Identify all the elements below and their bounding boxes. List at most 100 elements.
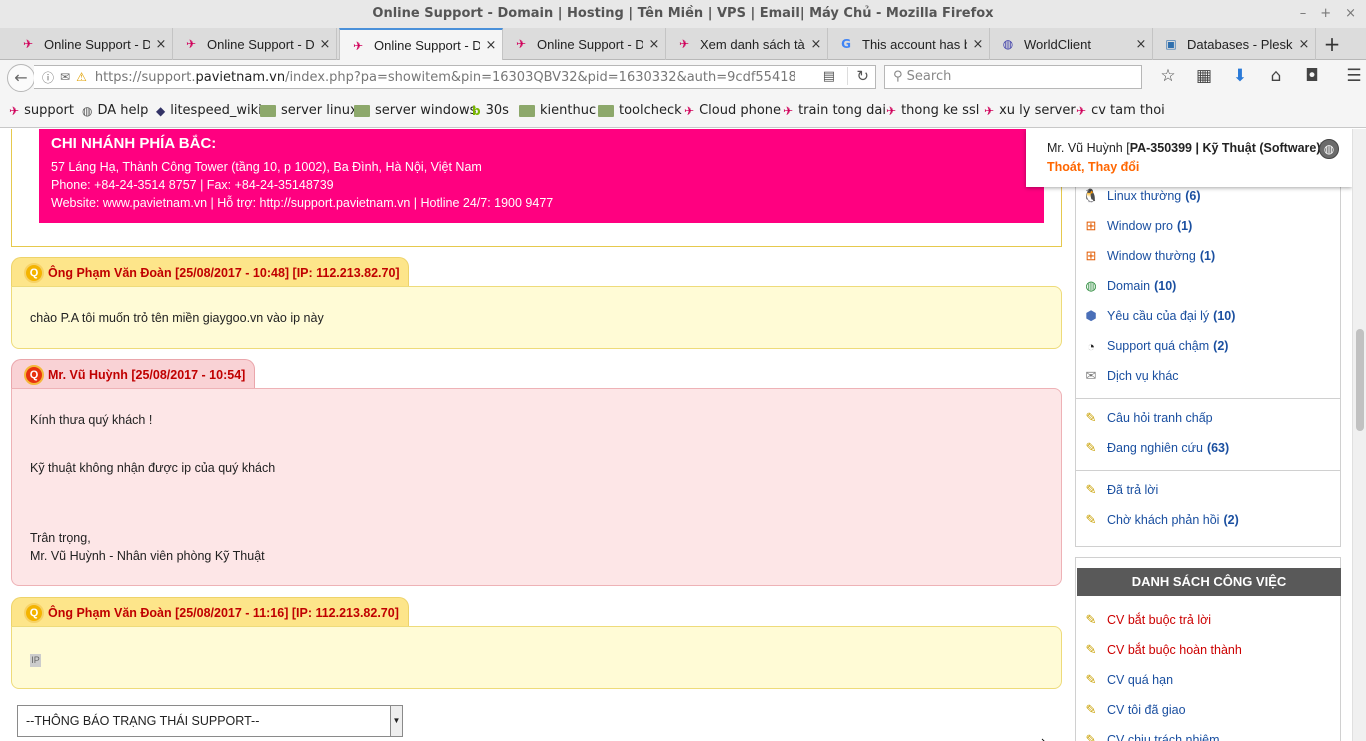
windows-icon: ⊞ — [1085, 248, 1097, 263]
sidebar-item-answered[interactable]: ✎ Đã trả lời — [1082, 481, 1162, 499]
browser-tab[interactable]: ✈ Online Support - Dom × — [503, 28, 666, 60]
bookmark-item[interactable]: ✈ thong ke ssl — [886, 103, 979, 118]
pocket-icon[interactable]: ◘ — [1294, 66, 1330, 86]
sidebar-item-window-pro[interactable]: ⊞ Window pro (1) — [1082, 217, 1193, 235]
folder-icon — [260, 104, 276, 117]
support-status-select[interactable]: --THÔNG BÁO TRẠNG THÁI SUPPORT-- ▼ — [17, 705, 403, 737]
task-item-assigned-by-me[interactable]: ✎ CV tôi đã giao — [1082, 701, 1186, 719]
branch-info-box: CHI NHÁNH PHÍA BẮC: 57 Láng Hạ, Thành Cô… — [11, 129, 1062, 247]
browser-tab[interactable]: ✈ Online Support - Dom × — [173, 28, 337, 60]
browser-tab[interactable]: ✈ Online Support - Dom × — [10, 28, 173, 60]
close-tab-icon[interactable]: × — [480, 38, 502, 53]
warning-icon[interactable]: ⚠ — [76, 70, 87, 84]
close-window-button[interactable]: × — [1345, 0, 1356, 28]
reader-view-icon[interactable]: ▤ — [823, 69, 835, 84]
permissions-icon[interactable]: ✉ — [60, 70, 70, 84]
home-icon[interactable]: ⌂ — [1258, 66, 1294, 86]
bookmark-item[interactable]: ✈ cv tam thoi — [1076, 103, 1165, 118]
mouse-cursor-icon: ↘ — [1040, 735, 1049, 741]
bookmark-item[interactable]: server linux — [260, 103, 358, 118]
info-icon[interactable]: ⓘ — [42, 69, 54, 86]
close-tab-icon[interactable]: × — [314, 37, 336, 52]
bookmark-item[interactable]: ✈ train tong dai — [783, 103, 886, 118]
bookmark-item[interactable]: ✈ support — [9, 103, 74, 118]
sidebar-item-other-services[interactable]: ✉ Dịch vụ khác — [1082, 367, 1183, 385]
message-text: Kính thưa quý khách ! — [30, 413, 153, 427]
customer-question-icon: Q — [24, 262, 44, 283]
search-input[interactable]: ⚲ Search — [884, 65, 1142, 89]
close-tab-icon[interactable]: × — [150, 37, 172, 52]
bookmark-item[interactable]: ◆ litespeed_wiki — [156, 103, 262, 118]
sidebar-item-domain[interactable]: ◍ Domain (10) — [1082, 277, 1176, 295]
pa-icon: ✈ — [886, 103, 897, 118]
back-button[interactable]: ← — [7, 64, 35, 92]
search-icon: ⚲ — [893, 69, 903, 84]
task-item-must-complete[interactable]: ✎ CV bắt buộc hoàn thành — [1082, 641, 1242, 659]
sidebar-item-agent-requests[interactable]: ⬢ Yêu cầu của đại lý (10) — [1082, 307, 1235, 325]
bookmark-item[interactable]: kienthuc — [519, 103, 596, 118]
url-bar[interactable]: ⓘ ✉ ⚠ https://support.pavietnam.vn/index… — [34, 65, 876, 89]
close-tab-icon[interactable]: × — [967, 37, 989, 52]
close-tab-icon[interactable]: × — [1130, 37, 1152, 52]
close-tab-icon[interactable]: × — [1293, 37, 1315, 52]
bookmark-item[interactable]: toolcheck — [598, 103, 682, 118]
sidebar-item-disputed[interactable]: ✎ Câu hỏi tranh chấp — [1082, 409, 1217, 427]
change-link[interactable]: Thay đổi — [1088, 160, 1139, 174]
sidebar-item-waiting-customer[interactable]: ✎ Chờ khách phản hồi (2) — [1082, 511, 1239, 529]
bookmark-item[interactable]: b 30s — [472, 103, 509, 118]
bookmark-item[interactable]: server windows — [354, 103, 476, 118]
folder-icon — [598, 104, 614, 117]
close-tab-icon[interactable]: × — [643, 37, 665, 52]
browser-tab[interactable]: ✈ Xem danh sách tài × — [666, 28, 828, 60]
browser-tab-active[interactable]: ✈ Online Support - Dom × — [339, 28, 503, 61]
new-tab-button[interactable]: + — [1318, 28, 1346, 60]
sidebar-item-linux[interactable]: 🐧 Linux thường (6) — [1082, 187, 1201, 205]
sidebar-item-researching[interactable]: ✎ Đang nghiên cứu (63) — [1082, 439, 1230, 457]
message-author: Ông Phạm Văn Đoàn [25/08/2017 - 10:48] [… — [48, 265, 400, 280]
pa-icon: ✈ — [984, 103, 995, 118]
browser-tab[interactable]: G This account has be × — [828, 28, 990, 60]
reload-icon[interactable]: ↻ — [847, 67, 869, 85]
task-item-responsible[interactable]: ✎ CV chịu trách nhiệm — [1082, 731, 1220, 741]
message-body: Kính thưa quý khách ! Kỹ thuật không nhậ… — [11, 388, 1062, 586]
folder-icon — [354, 104, 370, 117]
pa-icon: ✈ — [783, 103, 794, 118]
divider — [1076, 398, 1340, 399]
bookmark-item[interactable]: ◍ DA help — [82, 103, 148, 118]
task-item-must-answer[interactable]: ✎ CV bắt buộc trả lời — [1082, 611, 1212, 629]
minimize-button[interactable]: – — [1300, 0, 1307, 28]
agent-icon: ⬢ — [1085, 308, 1097, 323]
tab-label: Online Support - Dom — [44, 36, 150, 52]
globe-icon[interactable]: ◍ — [1319, 139, 1339, 159]
linux-icon: 🐧 — [1082, 188, 1100, 203]
menu-icon[interactable]: ☰ — [1336, 66, 1366, 86]
downloads-icon[interactable]: ⬇ — [1222, 66, 1258, 86]
reading-list-icon[interactable]: ▦ — [1186, 66, 1222, 86]
tab-label: WorldClient — [1024, 36, 1091, 52]
browser-tab[interactable]: ▣ Databases - Plesk On × — [1153, 28, 1316, 60]
task-list-panel: DANH SÁCH CÔNG VIỆC ✎ CV bắt buộc trả lời… — [1075, 557, 1341, 741]
browser-tab[interactable]: ◍ WorldClient × — [990, 28, 1153, 60]
logout-link[interactable]: Thoát — [1047, 160, 1081, 174]
close-tab-icon[interactable]: × — [805, 37, 827, 52]
pencil-note-icon: ✎ — [1085, 410, 1097, 425]
bookmark-star-icon[interactable]: ☆ — [1150, 66, 1186, 86]
message-header: Q Ông Phạm Văn Đoàn [25/08/2017 - 10:48]… — [11, 257, 409, 287]
staff-answer-icon: Q — [24, 364, 44, 385]
message-text: chào P.A tôi muốn trỏ tên miền giaygoo.v… — [30, 311, 324, 325]
maximize-button[interactable]: + — [1320, 0, 1331, 28]
globe-icon: ◍ — [82, 103, 93, 118]
message-text: Kỹ thuật không nhận được ip của quý khác… — [30, 461, 276, 475]
task-item-overdue[interactable]: ✎ CV quá hạn — [1082, 671, 1173, 689]
bookmark-item[interactable]: ✈ xu ly server — [984, 103, 1076, 118]
scrollbar-thumb[interactable] — [1356, 329, 1364, 431]
message-header: Q Mr. Vũ Huỳnh [25/08/2017 - 10:54] — [11, 359, 255, 389]
sidebar-item-window[interactable]: ⊞ Window thường (1) — [1082, 247, 1216, 265]
chevron-down-icon[interactable]: ▼ — [390, 706, 402, 736]
bookmark-item[interactable]: ✈ Cloud phone — [684, 103, 781, 118]
diamond-icon: ◆ — [156, 103, 166, 118]
page-scrollbar[interactable] — [1352, 129, 1366, 741]
sidebar-item-slow-support[interactable]: ◔ Support quá chậm (2) — [1082, 337, 1228, 355]
customer-question-icon: Q — [24, 602, 44, 623]
url-text[interactable]: https://support.pavietnam.vn/index.php?p… — [95, 70, 795, 85]
